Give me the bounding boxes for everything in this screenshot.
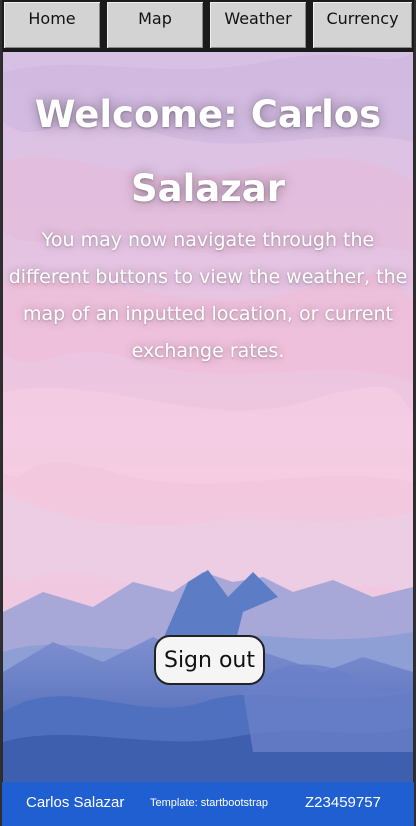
hero-content: Welcome: Carlos Salazar You may now navi… (3, 52, 413, 782)
app-frame: Home Map Weather Currency Welcome: Carlo… (2, 0, 414, 826)
hero-section: Welcome: Carlos Salazar You may now navi… (3, 52, 413, 782)
footer-template-credit: Template: startbootstrap (150, 797, 269, 809)
nav-map-button[interactable]: Map (105, 0, 205, 50)
footer: Carlos Salazar Template: startbootstrap … (2, 782, 414, 826)
welcome-heading: Welcome: Carlos Salazar (34, 93, 382, 210)
nav-currency-button[interactable]: Currency (311, 0, 414, 50)
intro-text: You may now navigate through the differe… (8, 229, 408, 362)
sign-out-button[interactable]: Sign out (154, 635, 265, 685)
nav-weather-button[interactable]: Weather (208, 0, 308, 50)
footer-student-id: Z23459757 (305, 794, 381, 811)
nav-home-button[interactable]: Home (2, 0, 102, 50)
top-nav: Home Map Weather Currency (2, 0, 414, 52)
footer-user-name: Carlos Salazar (26, 794, 125, 811)
